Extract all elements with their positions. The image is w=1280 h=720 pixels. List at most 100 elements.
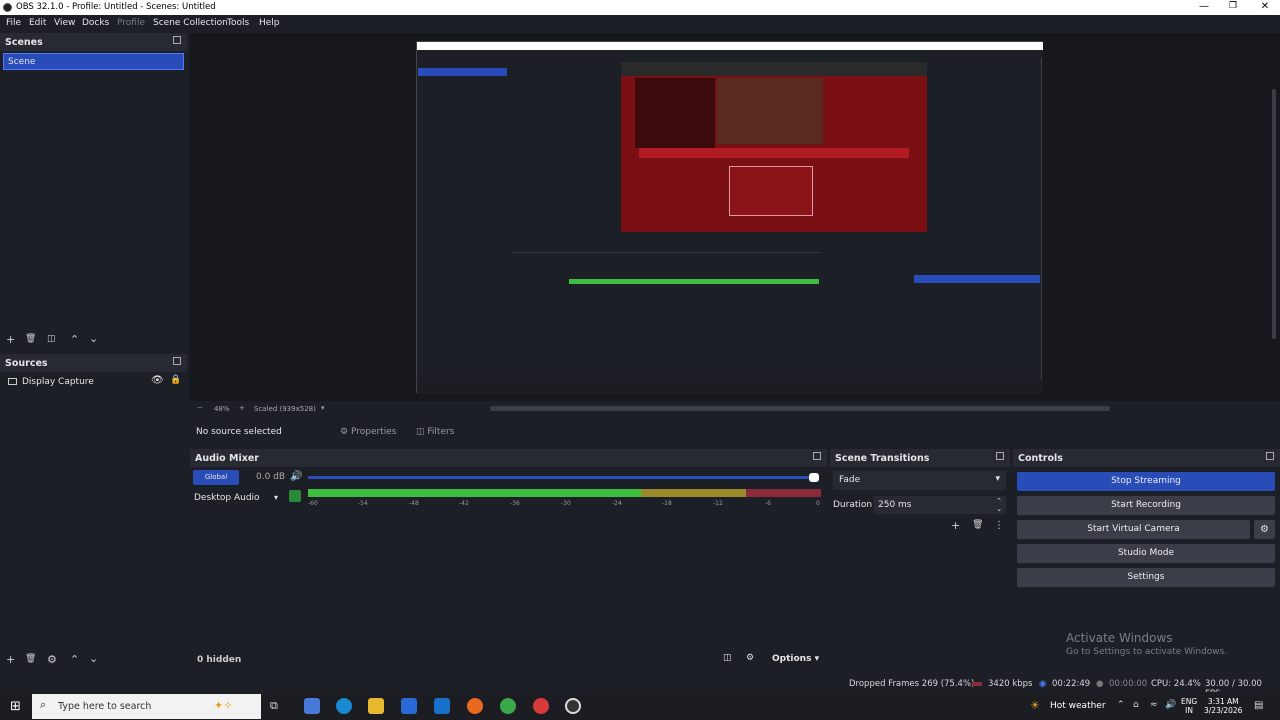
wifi-icon[interactable]: ≈ bbox=[1150, 700, 1158, 710]
maximize-icon[interactable]: ❐ bbox=[1218, 1, 1248, 11]
filters-button[interactable]: ◫ Filters bbox=[416, 427, 454, 437]
window-title: OBS 32.1.0 - Profile: Untitled - Scenes:… bbox=[16, 2, 216, 12]
clock[interactable]: 3:31 AM 3/23/2026 bbox=[1204, 697, 1242, 715]
add-source-icon[interactable]: + bbox=[6, 653, 15, 666]
start-recording-button[interactable]: Start Recording bbox=[1017, 496, 1275, 515]
notifications-icon[interactable]: ▤ bbox=[1254, 700, 1263, 711]
scene-transitions-header: Scene Transitions bbox=[830, 449, 1010, 467]
preview-canvas[interactable] bbox=[190, 33, 1280, 401]
mail-icon[interactable] bbox=[434, 698, 450, 714]
properties-label: Properties bbox=[350, 427, 397, 437]
nested-meter bbox=[569, 279, 819, 284]
file-explorer-icon[interactable] bbox=[368, 698, 384, 714]
menu-docks[interactable]: Docks bbox=[82, 18, 109, 28]
scene-filters-icon[interactable]: ◫ bbox=[47, 334, 56, 344]
stepper-icon[interactable]: ⌃ ⌄ bbox=[996, 497, 1002, 513]
tray-chevron-icon[interactable]: ⌃ bbox=[1117, 700, 1125, 710]
move-up-icon[interactable]: ⌃ bbox=[70, 653, 79, 666]
copilot-icon[interactable] bbox=[304, 698, 320, 714]
zoom-out-icon[interactable]: − bbox=[197, 404, 203, 412]
source-item[interactable]: Display Capture 👁 🔒 bbox=[3, 375, 183, 390]
preview-vertical-scrollbar[interactable] bbox=[1272, 89, 1276, 339]
scale-tick: -48 bbox=[409, 500, 419, 507]
global-button[interactable]: Global bbox=[193, 470, 239, 485]
speaker-icon[interactable]: 🔊 bbox=[290, 471, 302, 482]
menu-profile[interactable]: Profile bbox=[117, 18, 145, 28]
move-up-icon[interactable]: ⌃ bbox=[70, 333, 79, 346]
language-indicator[interactable]: ENG IN bbox=[1181, 697, 1197, 715]
duration-field[interactable]: 250 ms ⌃ ⌄ bbox=[874, 496, 1006, 514]
undock-icon[interactable] bbox=[813, 452, 821, 460]
obs-taskbar-icon[interactable] bbox=[565, 698, 581, 714]
stop-streaming-button[interactable]: Stop Streaming bbox=[1017, 472, 1275, 491]
chrome-icon[interactable] bbox=[500, 698, 516, 714]
scale-tick: -30 bbox=[561, 500, 571, 507]
windows-start-icon[interactable]: ⊞ bbox=[10, 699, 21, 714]
bitrate-indicator-icon bbox=[972, 682, 982, 686]
chevron-down-icon[interactable]: ▾ bbox=[321, 404, 325, 412]
audio-mixer-dock: Audio Mixer Global 0.0 dB 🔊 Desktop Audi… bbox=[190, 449, 827, 671]
menu-view[interactable]: View bbox=[54, 18, 75, 28]
volume-icon[interactable]: 🔊 bbox=[1165, 700, 1176, 710]
firefox-icon[interactable] bbox=[467, 698, 483, 714]
menu-edit[interactable]: Edit bbox=[29, 18, 46, 28]
menu-help[interactable]: Help bbox=[259, 18, 280, 28]
weather-label[interactable]: Hot weather bbox=[1050, 701, 1106, 711]
scale-tick: -54 bbox=[358, 500, 368, 507]
scale-tick: -42 bbox=[459, 500, 469, 507]
remove-source-icon[interactable]: 🗑 bbox=[25, 654, 36, 664]
close-button[interactable]: ✕ bbox=[1250, 1, 1280, 12]
menu-file[interactable]: File bbox=[6, 18, 21, 28]
undock-icon[interactable] bbox=[173, 357, 181, 365]
start-virtual-camera-button[interactable]: Start Virtual Camera bbox=[1017, 520, 1250, 539]
gear-icon: ⚙ bbox=[340, 427, 349, 437]
undock-icon[interactable] bbox=[1266, 452, 1274, 460]
network-icon[interactable]: ⌂ bbox=[1133, 700, 1139, 710]
volume-slider-handle[interactable] bbox=[809, 473, 819, 482]
move-down-icon[interactable]: ⌄ bbox=[89, 652, 98, 665]
preview-horizontal-scrollbar[interactable] bbox=[490, 406, 1110, 411]
visibility-eye-icon[interactable]: 👁 bbox=[151, 375, 164, 386]
task-view-icon[interactable]: ⧉ bbox=[270, 699, 278, 713]
scenes-title: Scenes bbox=[5, 37, 43, 48]
more-menu-icon[interactable]: ⋮ bbox=[994, 520, 1004, 531]
menu-tools[interactable]: Tools bbox=[227, 18, 249, 28]
add-scene-icon[interactable]: + bbox=[6, 333, 15, 346]
nested-stop-streaming bbox=[914, 275, 1040, 283]
layout-icon[interactable]: ◫ bbox=[723, 653, 732, 663]
studio-mode-button[interactable]: Studio Mode bbox=[1017, 544, 1275, 563]
options-button[interactable]: Options ▾ bbox=[772, 654, 819, 664]
zoom-in-icon[interactable]: + bbox=[239, 404, 245, 412]
menu-scene-collection[interactable]: Scene Collection bbox=[153, 18, 228, 28]
store-icon[interactable] bbox=[401, 698, 417, 714]
chevron-down-icon[interactable]: ▾ bbox=[274, 493, 278, 502]
nested-scene-item bbox=[418, 68, 507, 76]
transition-value: Fade bbox=[839, 475, 861, 485]
volume-slider[interactable] bbox=[308, 476, 814, 479]
remove-transition-icon[interactable]: 🗑 bbox=[972, 520, 983, 530]
settings-button[interactable]: Settings bbox=[1017, 568, 1275, 587]
properties-button[interactable]: ⚙ Properties bbox=[340, 427, 396, 437]
lang-top: ENG bbox=[1181, 697, 1198, 706]
minimize-button[interactable]: — bbox=[1189, 1, 1219, 12]
undock-icon[interactable] bbox=[996, 452, 1004, 460]
source-properties-icon[interactable]: ⚙ bbox=[47, 653, 57, 666]
headphones-icon[interactable] bbox=[289, 490, 301, 502]
lock-icon[interactable]: 🔒 bbox=[170, 375, 181, 385]
scene-list-item[interactable]: Scene bbox=[3, 53, 184, 70]
taskbar-search[interactable]: ⌕ Type here to search ✦✧ bbox=[32, 694, 261, 719]
scene-transitions-dock: Scene Transitions Fade ▾ Duration 250 ms… bbox=[830, 449, 1010, 671]
undock-icon[interactable] bbox=[173, 36, 181, 44]
meter-yellow bbox=[641, 489, 746, 497]
filters-icon: ◫ bbox=[416, 427, 425, 437]
transition-select[interactable]: Fade ▾ bbox=[833, 471, 1006, 490]
advanced-audio-icon[interactable]: ⚙ bbox=[746, 653, 754, 663]
remove-scene-icon[interactable]: 🗑 bbox=[25, 334, 36, 344]
move-down-icon[interactable]: ⌄ bbox=[89, 332, 98, 345]
bitrate: 3420 kbps bbox=[988, 679, 1033, 689]
edge-icon[interactable] bbox=[336, 698, 352, 714]
add-transition-icon[interactable]: + bbox=[951, 519, 960, 532]
chrome-profile-icon[interactable] bbox=[533, 698, 549, 714]
nested-browser-bar bbox=[621, 62, 927, 76]
virtual-camera-settings-icon[interactable]: ⚙ bbox=[1254, 520, 1275, 539]
